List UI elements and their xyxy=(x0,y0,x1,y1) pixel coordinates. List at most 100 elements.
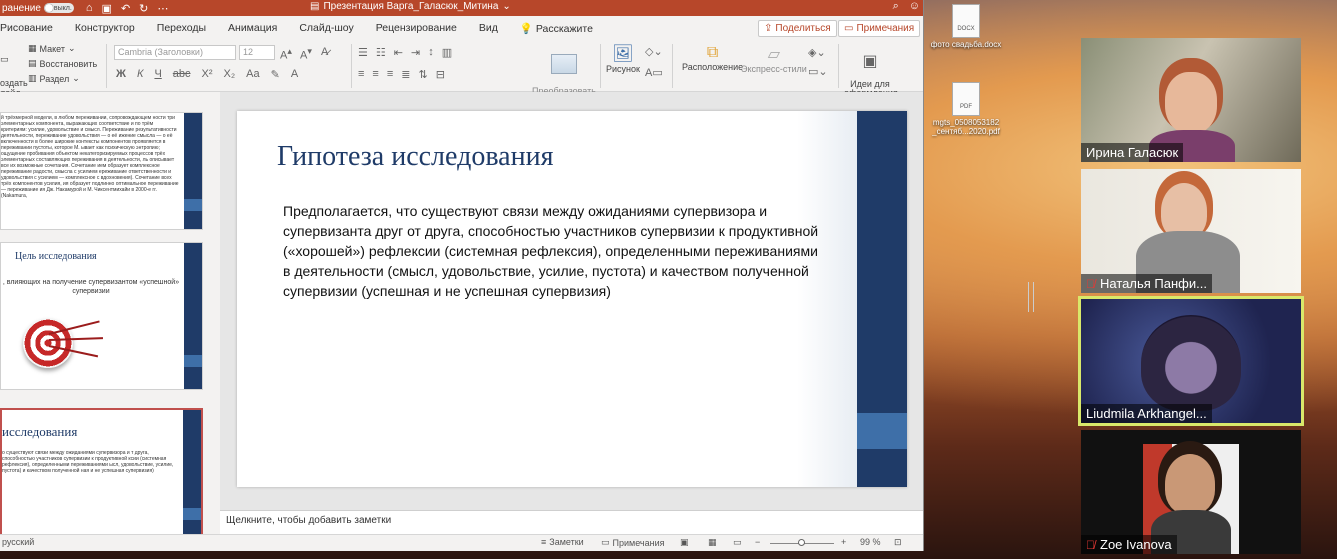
grow-font-icon[interactable]: A▴ xyxy=(280,46,292,62)
layout-button[interactable]: ▦ Макет ⌄ xyxy=(28,43,76,54)
shrink-font-icon[interactable]: A▾ xyxy=(300,46,312,62)
account-icon[interactable]: ☺ xyxy=(909,0,920,13)
video-tile-active-speaker[interactable]: Liudmila Arkhangel... xyxy=(1078,296,1304,426)
textbox-icon[interactable]: A▭ xyxy=(645,66,663,79)
slide3-title: исследования xyxy=(2,424,78,439)
subscript-icon[interactable]: X₂ xyxy=(224,68,236,81)
desktop-file-pdf[interactable]: PDF mgts_0508053182 _сентяб...2020.pdf xyxy=(930,82,1002,136)
arrange-icon: ⧉ xyxy=(706,44,719,61)
tab-animation[interactable]: Анимация xyxy=(217,22,288,34)
case-icon[interactable]: Aa xyxy=(246,68,259,81)
fit-slide-icon[interactable]: ⊡ xyxy=(894,537,902,548)
bullets-icon[interactable]: ☰ xyxy=(358,46,368,59)
line-spacing-icon[interactable]: ↕ xyxy=(428,46,434,59)
slide-thumbnail-3[interactable]: исследования о существуют связи между ож… xyxy=(0,408,203,534)
columns-icon[interactable]: ▥ xyxy=(442,46,452,59)
align-left-icon[interactable]: ≡ xyxy=(358,68,364,81)
normal-view-icon[interactable]: ▣ xyxy=(680,537,689,548)
clear-format-icon[interactable]: A̷ xyxy=(321,46,328,58)
home-icon[interactable]: ⌂ xyxy=(86,2,93,15)
arrange-button[interactable]: ⧉ Расположение xyxy=(682,44,743,72)
section-button[interactable]: ▥ Раздел ⌄ xyxy=(28,73,80,84)
highlight-icon[interactable]: ✎ xyxy=(271,68,280,81)
chevron-down-icon[interactable]: ⌄ xyxy=(502,1,510,12)
autosave-control[interactable]: ранение выкл. xyxy=(0,3,74,14)
undo-icon[interactable]: ↶ xyxy=(121,2,130,15)
comments-button[interactable]: ▭ Примечания xyxy=(838,20,921,37)
tab-slideshow[interactable]: Слайд-шоу xyxy=(288,22,364,34)
numbering-icon[interactable]: ☷ xyxy=(376,46,386,59)
zoom-in-icon[interactable]: + xyxy=(841,537,846,547)
picture-button[interactable]: 🖼 Рисунок xyxy=(606,44,640,74)
underline-icon[interactable]: Ч xyxy=(154,68,161,81)
participant-name-label: Liudmila Arkhangel... xyxy=(1081,404,1212,423)
italic-icon[interactable]: К xyxy=(137,68,143,81)
mic-muted-icon: 🎙̸ xyxy=(1086,276,1095,291)
tab-view[interactable]: Вид xyxy=(468,22,509,34)
picture-icon: 🖼 xyxy=(612,44,634,63)
desktop-file-docx[interactable]: DOCX фото свадьба.docx xyxy=(930,4,1002,49)
font-size-select[interactable]: 12 xyxy=(239,45,275,60)
language-status[interactable]: русский xyxy=(2,537,34,547)
tab-design[interactable]: Конструктор xyxy=(64,22,146,34)
lightbulb-icon: 💡 xyxy=(519,22,533,35)
indent-icon[interactable]: ⇥ xyxy=(411,46,420,59)
participant-name-label: Ирина Галасюк xyxy=(1081,143,1184,162)
notes-toggle[interactable]: ≡ Заметки xyxy=(541,537,584,547)
thumbnail-pane[interactable]: й трёхмерной модели, в любом переживании… xyxy=(0,92,220,534)
shapes-icon[interactable]: ◇⌄ xyxy=(645,45,663,58)
align-text-icon[interactable]: ⊟ xyxy=(436,68,445,81)
comments-toggle[interactable]: ▭ Примечания xyxy=(601,537,664,548)
font-name-select[interactable]: Cambria (Заголовки) xyxy=(114,45,236,60)
justify-icon[interactable]: ≣ xyxy=(401,68,410,81)
tell-me[interactable]: 💡 Расскажите xyxy=(509,22,604,35)
tab-transitions[interactable]: Переходы xyxy=(146,22,217,34)
comment-icon: ▭ xyxy=(601,537,610,547)
sorter-view-icon[interactable]: ▦ xyxy=(708,537,717,548)
slide-title[interactable]: Гипотеза исследования xyxy=(277,141,553,173)
notes-field[interactable]: Щелкните, чтобы добавить заметки xyxy=(220,510,923,534)
redo-icon[interactable]: ↻ xyxy=(139,2,148,15)
comment-icon: ▭ xyxy=(844,23,854,34)
new-slide-button[interactable]: ▭ оздать лайд xyxy=(0,44,28,98)
outline-icon[interactable]: ▭⌄ xyxy=(808,65,828,78)
current-slide[interactable]: Гипотеза исследования Предполагается, чт… xyxy=(237,111,907,487)
slide-editor[interactable]: Гипотеза исследования Предполагается, чт… xyxy=(220,92,923,510)
powerpoint-window: ранение выкл. ⌂ ▣ ↶ ↻ ⋯ ▤ Презентация Ва… xyxy=(0,0,924,551)
align-center-icon[interactable]: ≡ xyxy=(372,68,378,81)
tab-draw[interactable]: Рисование xyxy=(0,22,64,34)
reset-button[interactable]: ▤ Восстановить xyxy=(28,58,97,69)
slide-body-text[interactable]: Предполагается, что существуют связи меж… xyxy=(283,201,828,301)
tab-review[interactable]: Рецензирование xyxy=(365,22,468,34)
video-tile-participant-1[interactable]: Ирина Галасюк xyxy=(1081,38,1301,162)
design-ideas-button[interactable]: ▣ Идеи для оформления xyxy=(844,44,898,98)
quick-styles-button[interactable]: ▱ Экспресс-стили xyxy=(741,44,807,74)
document-title: ▤ Презентация Варга_Галасюк_Митина ⌄ xyxy=(310,1,511,12)
design-ideas-icon: ▣ xyxy=(862,53,878,70)
presentation-icon: ▤ xyxy=(310,1,320,12)
share-button[interactable]: ⇪ Поделиться xyxy=(758,20,837,37)
video-tile-participant-2[interactable]: 🎙̸ Наталья Панфи... xyxy=(1081,169,1301,293)
slide-thumbnail-2[interactable]: Цель исследования , влияющих на получени… xyxy=(0,242,203,390)
text-direction-icon[interactable]: ⇅ xyxy=(418,68,427,81)
outdent-icon[interactable]: ⇤ xyxy=(394,46,403,59)
zoom-out-icon[interactable]: − xyxy=(755,537,760,547)
more-icon[interactable]: ⋯ xyxy=(157,2,168,15)
slide-thumbnail-1[interactable]: й трёхмерной модели, в любом переживании… xyxy=(0,112,203,230)
arrows-icon xyxy=(48,320,105,358)
fill-icon[interactable]: ◈⌄ xyxy=(808,46,828,59)
bold-icon[interactable]: Ж xyxy=(116,68,126,81)
align-right-icon[interactable]: ≡ xyxy=(387,68,393,81)
zoom-slider-knob[interactable] xyxy=(798,539,805,546)
strike-icon[interactable]: abc xyxy=(173,68,191,81)
superscript-icon[interactable]: X² xyxy=(202,68,213,81)
video-tile-participant-4[interactable]: 🎙̸ Zoe Ivanova xyxy=(1081,430,1301,554)
autosave-toggle[interactable]: выкл. xyxy=(43,3,74,13)
reading-view-icon[interactable]: ▭ xyxy=(733,537,742,548)
font-color-icon[interactable]: A xyxy=(291,68,298,81)
panel-drag-handle[interactable] xyxy=(1028,282,1034,312)
notes-icon: ≡ xyxy=(541,537,547,547)
search-icon[interactable]: ⌕ xyxy=(893,0,899,13)
zoom-level[interactable]: 99 % xyxy=(860,537,881,547)
save-icon[interactable]: ▣ xyxy=(102,2,112,15)
